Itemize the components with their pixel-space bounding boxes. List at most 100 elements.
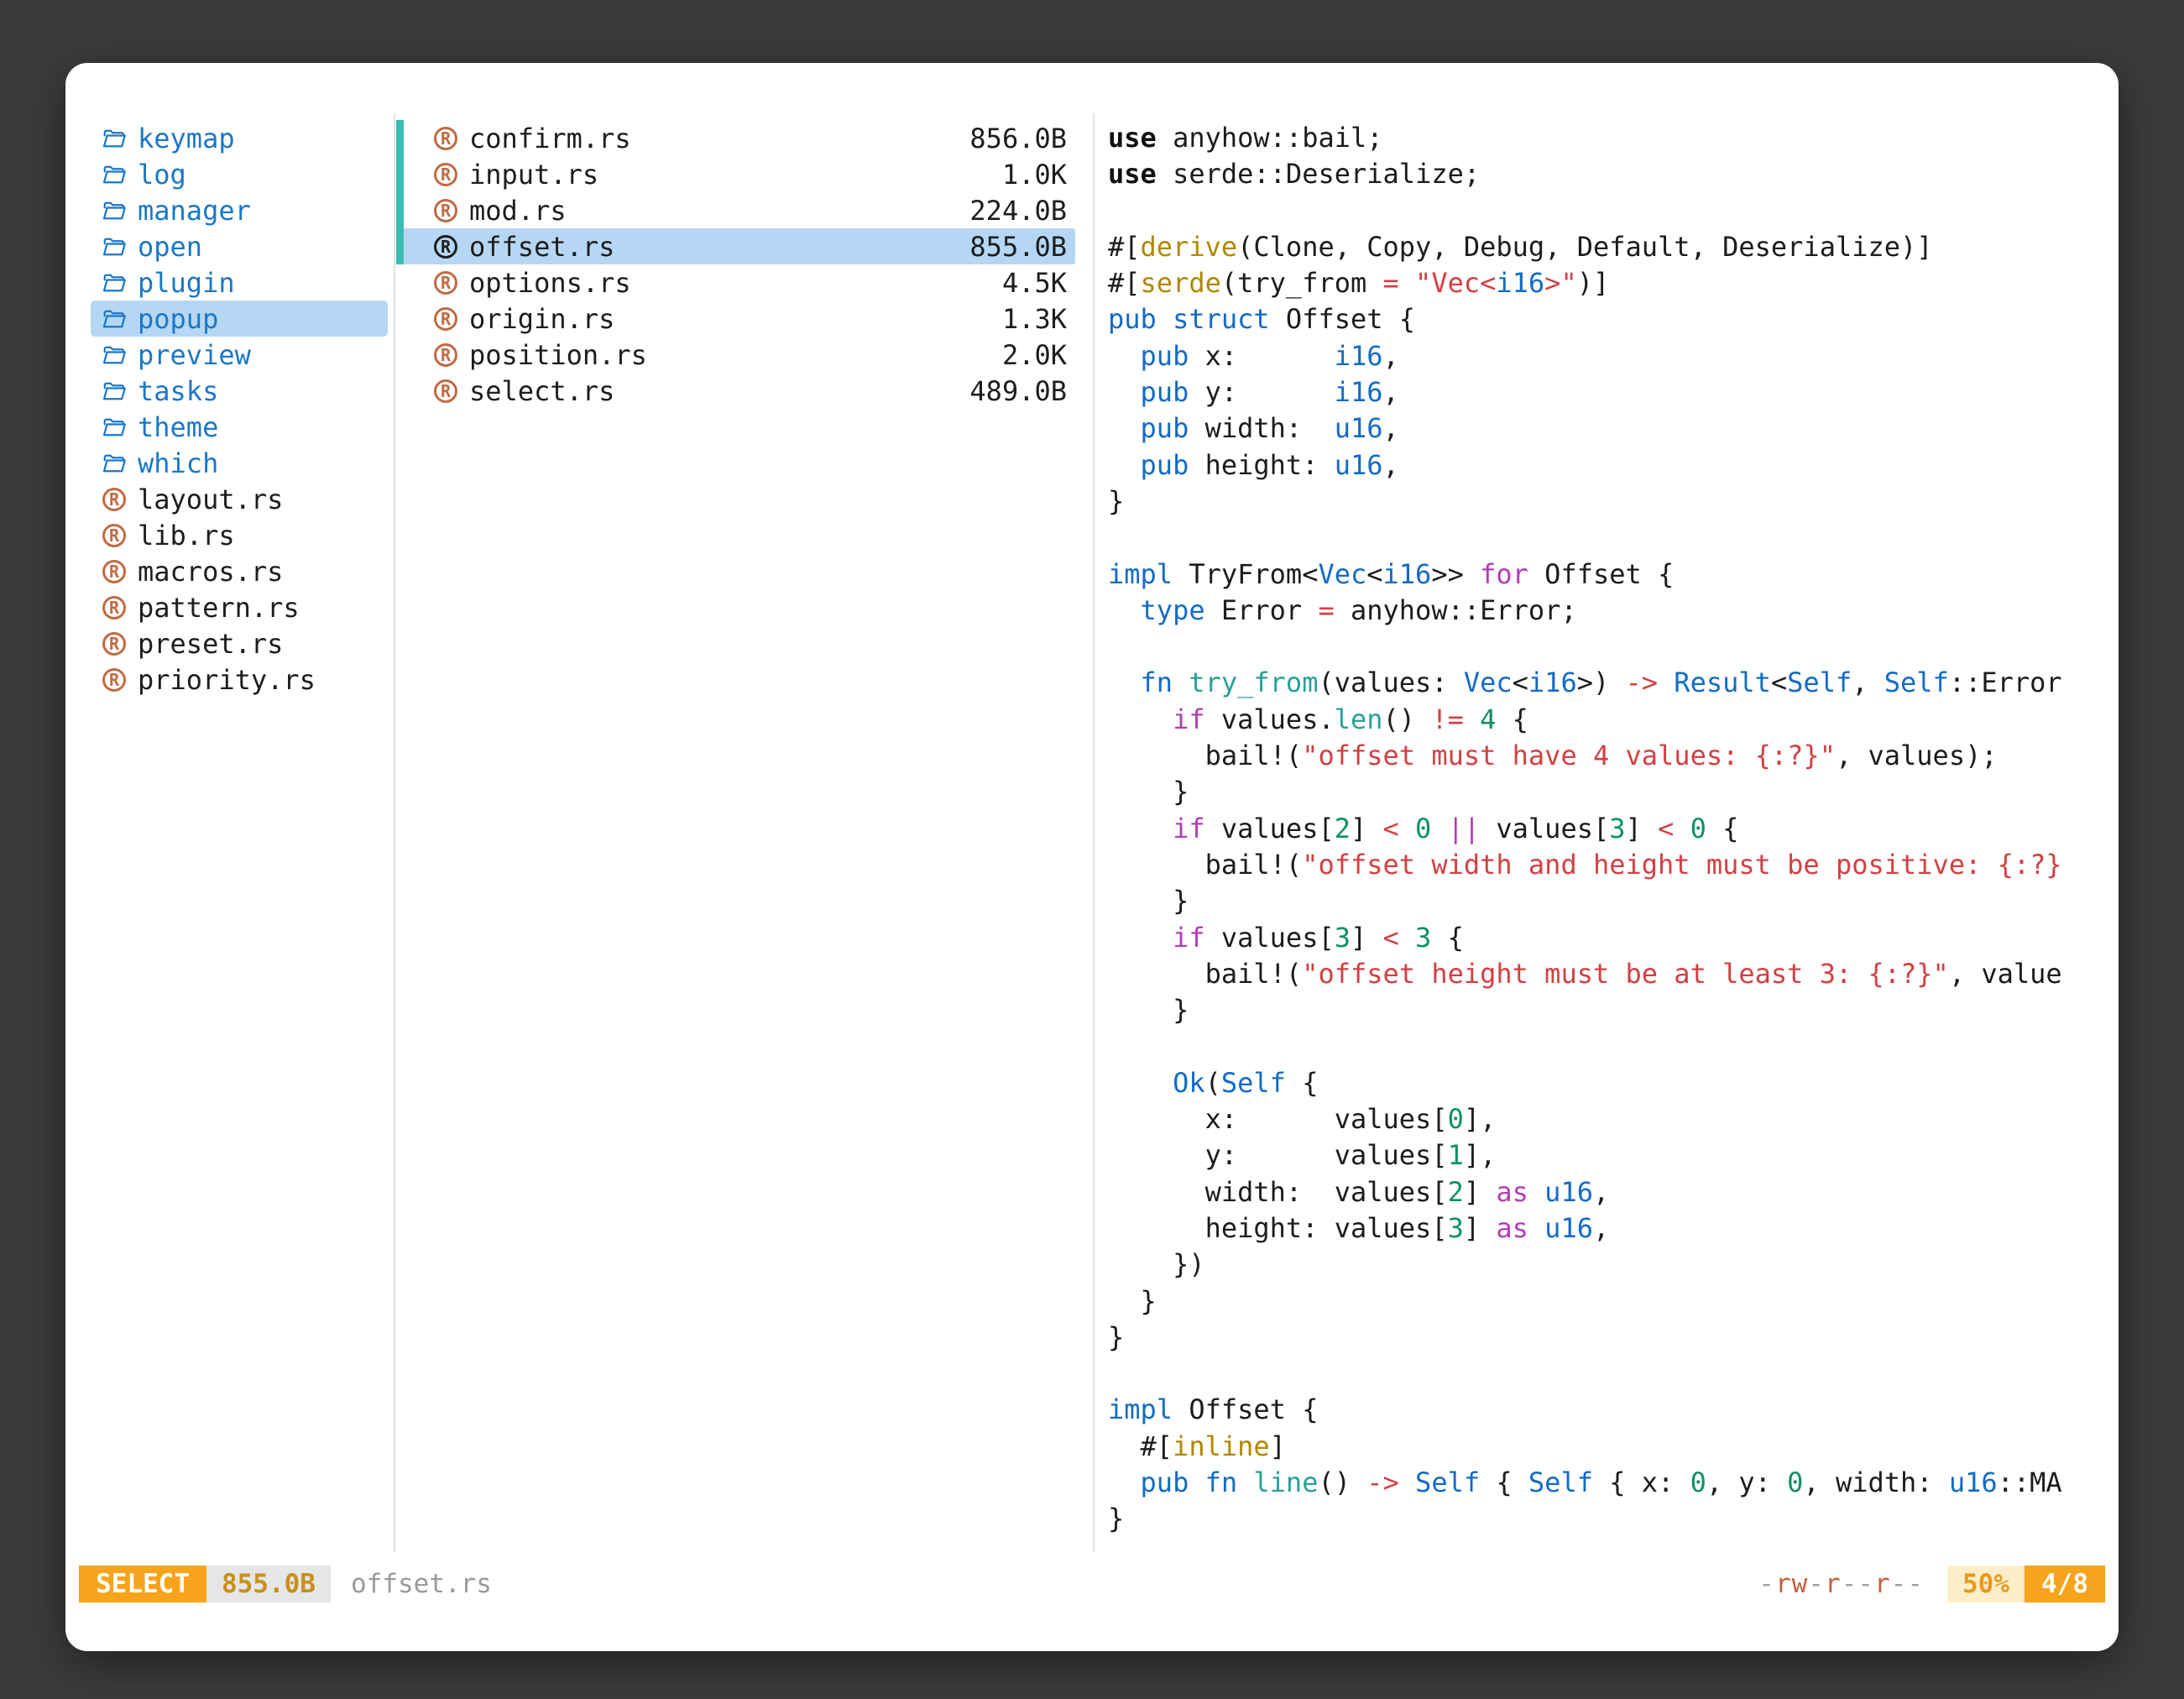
- file-preview-pane[interactable]: use anyhow::bail;use serde::Deserialize;…: [1108, 120, 2119, 1552]
- file-item-pattern-rs[interactable]: Rpattern.rs: [91, 589, 388, 625]
- file-manager-window: keymap log manageropenpluginpopuppreviewta…: [65, 63, 2119, 1651]
- file-size: 1.0K: [1002, 159, 1067, 191]
- item-label: macros.rs: [138, 556, 283, 588]
- file-name: origin.rs: [469, 303, 614, 335]
- file-name: position.rs: [469, 339, 647, 371]
- file-size: 1.3K: [1002, 303, 1067, 335]
- item-label: plugin: [138, 267, 235, 299]
- item-label: preview: [138, 339, 251, 371]
- rust-file-icon: R: [432, 378, 459, 405]
- code-line: pub x: i16,: [1108, 338, 2119, 374]
- file-item-input-rs[interactable]: Rinput.rs 1.0K: [400, 156, 1075, 192]
- file-name: offset.rs: [469, 231, 614, 263]
- code-line: fn try_from(values: Vec<i16>) -> Result<…: [1108, 665, 2119, 701]
- rust-file-icon: R: [101, 522, 128, 549]
- file-name: select.rs: [469, 375, 614, 407]
- file-item-select-rs[interactable]: Rselect.rs 489.0B: [400, 373, 1075, 409]
- mode-badge: SELECT: [79, 1566, 206, 1602]
- file-size: 4.5K: [1002, 267, 1067, 299]
- code-line: bail!("offset width and height must be p…: [1108, 847, 2119, 883]
- file-size: 224.0B: [969, 195, 1067, 227]
- code-line: }: [1108, 484, 2119, 520]
- file-item-confirm-rs[interactable]: Rconfirm.rs 856.0B: [400, 120, 1075, 156]
- rust-file-icon: R: [432, 233, 459, 260]
- parent-directory-pane: keymap log manageropenpluginpopuppreviewta…: [65, 120, 394, 698]
- code-line: [1108, 629, 2119, 665]
- code-line: type Error = anyhow::Error;: [1108, 593, 2119, 629]
- rust-file-icon: R: [101, 630, 128, 657]
- file-item-macros-rs[interactable]: Rmacros.rs: [91, 553, 388, 589]
- code-line: impl Offset {: [1108, 1392, 2119, 1428]
- folder-open-icon: [101, 197, 128, 224]
- dir-item-plugin[interactable]: plugin: [91, 264, 388, 301]
- rust-file-icon: R: [432, 197, 459, 224]
- code-line: #[inline]: [1108, 1429, 2119, 1465]
- file-item-offset-rs[interactable]: Roffset.rs 855.0B: [400, 228, 1075, 264]
- folder-open-icon: [101, 161, 128, 188]
- file-name: confirm.rs: [469, 123, 631, 154]
- code-line: #[derive(Clone, Copy, Debug, Default, De…: [1108, 229, 2119, 265]
- folder-open-icon: [101, 269, 128, 296]
- rust-file-icon: R: [432, 306, 459, 332]
- dir-item-theme[interactable]: theme: [91, 409, 388, 445]
- folder-open-icon: [101, 378, 128, 405]
- current-directory-pane: Rconfirm.rs 856.0B Rinput.rs 1.0K Rmod.rs 224…: [394, 120, 1094, 409]
- file-size: 855.0B: [969, 231, 1067, 263]
- rust-file-icon: R: [101, 486, 128, 513]
- item-label: pattern.rs: [138, 592, 300, 624]
- folder-open-icon: [101, 125, 128, 152]
- file-item-priority-rs[interactable]: Rpriority.rs: [91, 661, 388, 698]
- code-line: if values[2] < 0 || values[3] < 0 {: [1108, 811, 2119, 847]
- dir-item-popup[interactable]: popup: [91, 301, 388, 337]
- cursor-position-badge: 4/8: [2025, 1566, 2105, 1602]
- file-name: mod.rs: [469, 195, 567, 227]
- file-item-preset-rs[interactable]: Rpreset.rs: [91, 625, 388, 661]
- file-item-lib-rs[interactable]: Rlib.rs: [91, 517, 388, 553]
- folder-open-icon: [101, 342, 128, 369]
- file-size: 489.0B: [969, 375, 1067, 407]
- item-label: theme: [138, 411, 218, 443]
- item-label: manager: [138, 195, 251, 227]
- code-line: [1108, 1028, 2119, 1064]
- item-label: priority.rs: [138, 664, 316, 696]
- dir-item-keymap[interactable]: keymap: [91, 120, 388, 156]
- code-line: if values.len() != 4 {: [1108, 702, 2119, 738]
- code-line: impl TryFrom<Vec<i16>> for Offset {: [1108, 557, 2119, 593]
- code-line: }: [1108, 883, 2119, 919]
- item-label: preset.rs: [138, 628, 283, 660]
- dir-item-open[interactable]: open: [91, 228, 388, 264]
- file-item-position-rs[interactable]: Rposition.rs2.0K: [400, 337, 1075, 373]
- file-item-options-rs[interactable]: Roptions.rs4.5K: [400, 264, 1075, 301]
- code-line: pub fn line() -> Self { Self { x: 0, y: …: [1108, 1465, 2119, 1501]
- code-line: [1108, 520, 2119, 556]
- file-name: input.rs: [469, 159, 598, 191]
- code-line: bail!("offset must have 4 values: {:?}",…: [1108, 738, 2119, 774]
- code-line: bail!("offset height must be at least 3:…: [1108, 956, 2119, 992]
- dir-item-log[interactable]: log: [91, 156, 388, 192]
- file-size-badge: 855.0B: [206, 1566, 331, 1602]
- dir-item-tasks[interactable]: tasks: [91, 373, 388, 409]
- status-bar: SELECT 855.0B offset.rs -rw-r--r-- 50% 4…: [79, 1566, 2105, 1602]
- file-permissions: -rw-r--r--: [1758, 1569, 1924, 1599]
- dir-item-preview[interactable]: preview: [91, 337, 388, 373]
- file-size: 856.0B: [969, 123, 1067, 154]
- file-item-mod-rs[interactable]: Rmod.rs 224.0B: [400, 192, 1075, 228]
- folder-open-icon: [101, 414, 128, 441]
- code-line: y: values[1],: [1108, 1137, 2119, 1174]
- dir-item-which[interactable]: which: [91, 445, 388, 481]
- code-line: }: [1108, 1283, 2119, 1320]
- file-item-origin-rs[interactable]: Rorigin.rs 1.3K: [400, 301, 1075, 337]
- code-line: height: values[3] as u16,: [1108, 1210, 2119, 1247]
- code-line: pub width: u16,: [1108, 410, 2119, 447]
- code-line: Ok(Self {: [1108, 1065, 2119, 1101]
- item-label: log: [138, 159, 186, 191]
- dir-item-manager[interactable]: manager: [91, 192, 388, 228]
- code-line: use anyhow::bail;: [1108, 120, 2119, 156]
- item-label: keymap: [138, 123, 235, 154]
- code-line: pub struct Offset {: [1108, 301, 2119, 337]
- rust-file-icon: R: [432, 125, 459, 152]
- item-label: which: [138, 447, 218, 479]
- file-size: 2.0K: [1002, 339, 1067, 371]
- rust-file-icon: R: [432, 161, 459, 188]
- file-item-layout-rs[interactable]: Rlayout.rs: [91, 481, 388, 517]
